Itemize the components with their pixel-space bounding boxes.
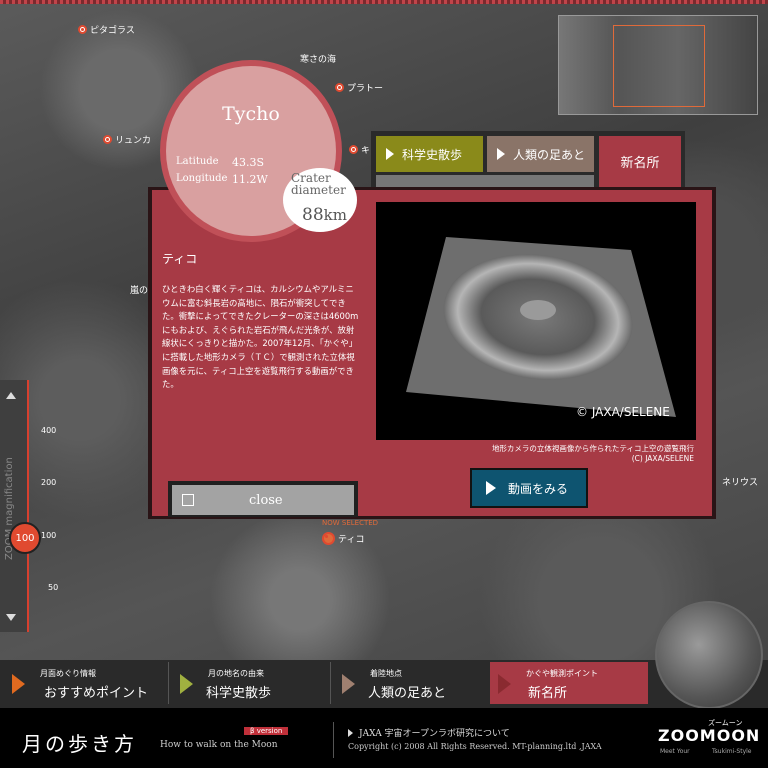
nav-divider <box>168 662 169 704</box>
panel-description: ひときわ白く輝くティコは、カルシウムやアルミニウムに富む斜長岩の高地に、隕石が衝… <box>162 284 359 390</box>
tab-new-spots[interactable]: 新名所 <box>599 136 681 187</box>
arrow-right-icon <box>342 674 355 694</box>
arrow-right-icon <box>348 728 353 737</box>
location-pin-icon <box>335 83 344 92</box>
location-pin-icon <box>78 25 87 34</box>
map-label-ki[interactable]: キ <box>349 143 370 156</box>
map-label-cold-sea: 寒さの海 <box>300 55 337 65</box>
tab-science-history[interactable]: 科学史散歩 <box>376 136 483 172</box>
close-icon <box>182 494 194 506</box>
footer-divider <box>333 722 334 758</box>
map-label-kaze: 嵐の <box>130 286 149 296</box>
crater-longitude: Longitude 11.2W <box>176 173 268 186</box>
zoom-out-icon[interactable] <box>6 614 16 621</box>
diameter-value: 88km <box>302 205 347 225</box>
arrow-right-icon <box>498 674 511 694</box>
location-pin-icon <box>103 135 112 144</box>
now-selected-label: NOW SELECTED <box>322 519 379 527</box>
map-label-riccioli[interactable]: リュンカ <box>103 133 151 146</box>
overview-minimap[interactable] <box>558 15 758 115</box>
zoomoon-logo: ズームーン ZOOMOON Meet Your Tsukimi-Style <box>658 719 761 755</box>
panel-title: ティコ <box>162 252 198 266</box>
zoom-tick: 200 <box>41 478 57 487</box>
site-subtitle: How to walk on the Moon <box>160 740 278 750</box>
location-pin-icon <box>322 532 335 545</box>
crater-name: Tycho <box>222 103 280 125</box>
zoom-tick: 400 <box>41 426 57 435</box>
diameter-label: Crater diameter <box>291 171 346 197</box>
tab-human-footprints[interactable]: 人類の足あと <box>487 136 594 172</box>
jaxa-link[interactable]: JAXA 宇宙オープンラボ研究について <box>348 726 510 739</box>
map-label-nerius: ネリウス <box>722 478 759 488</box>
video-caption: 地形カメラの立体視画像から作られたティコ上空の遊覧飛行 (C) JAXA/SEL… <box>491 444 694 463</box>
tab-underline <box>376 175 594 187</box>
category-tabs: 科学史散歩 人類の足あと 新名所 <box>371 131 685 187</box>
crater-terrain-image: © JAXA/SELENE <box>406 237 676 419</box>
copyright: Copyright (c) 2008 All Rights Reserved. … <box>348 742 602 751</box>
zoom-tick: 100 <box>41 531 57 540</box>
video-copyright: © JAXA/SELENE <box>576 405 670 419</box>
location-pin-icon <box>349 145 358 154</box>
arrow-right-icon <box>386 148 394 160</box>
arrow-right-icon <box>12 674 25 694</box>
nav-divider <box>330 662 331 704</box>
map-label-plato[interactable]: プラトー <box>335 81 383 94</box>
nav-human-footprints[interactable]: 着陸地点 人類の足あと <box>334 662 489 704</box>
site-title: 月の歩き方 <box>22 732 137 756</box>
arrow-right-icon <box>486 481 496 495</box>
video-preview[interactable]: © JAXA/SELENE <box>376 202 696 440</box>
top-stripe <box>0 0 768 4</box>
arrow-right-icon <box>497 148 505 160</box>
arrow-right-icon <box>180 674 193 694</box>
nav-science-history[interactable]: 月の地名の由来 科学史散歩 <box>172 662 327 704</box>
minimap-viewport[interactable] <box>613 25 705 107</box>
nav-recommended[interactable]: 月面めぐり情報 おすすめポイント <box>4 662 164 704</box>
zoom-in-icon[interactable] <box>6 392 16 399</box>
zoom-tick: 50 <box>48 583 59 592</box>
zoom-slider-handle[interactable]: 100 <box>9 522 41 554</box>
close-button[interactable]: close <box>172 485 354 515</box>
nav-new-spots[interactable]: かぐや観測ポイント 新名所 <box>490 662 648 704</box>
map-label-pythagoras[interactable]: ピタゴラス <box>78 23 135 36</box>
play-video-button[interactable]: 動画をみる <box>470 468 588 508</box>
full-moon-thumbnail[interactable] <box>655 601 763 709</box>
map-label-tycho[interactable]: ティコ <box>322 532 364 545</box>
crater-latitude: Latitude 43.3S <box>176 156 265 169</box>
beta-badge: β version <box>244 727 289 735</box>
